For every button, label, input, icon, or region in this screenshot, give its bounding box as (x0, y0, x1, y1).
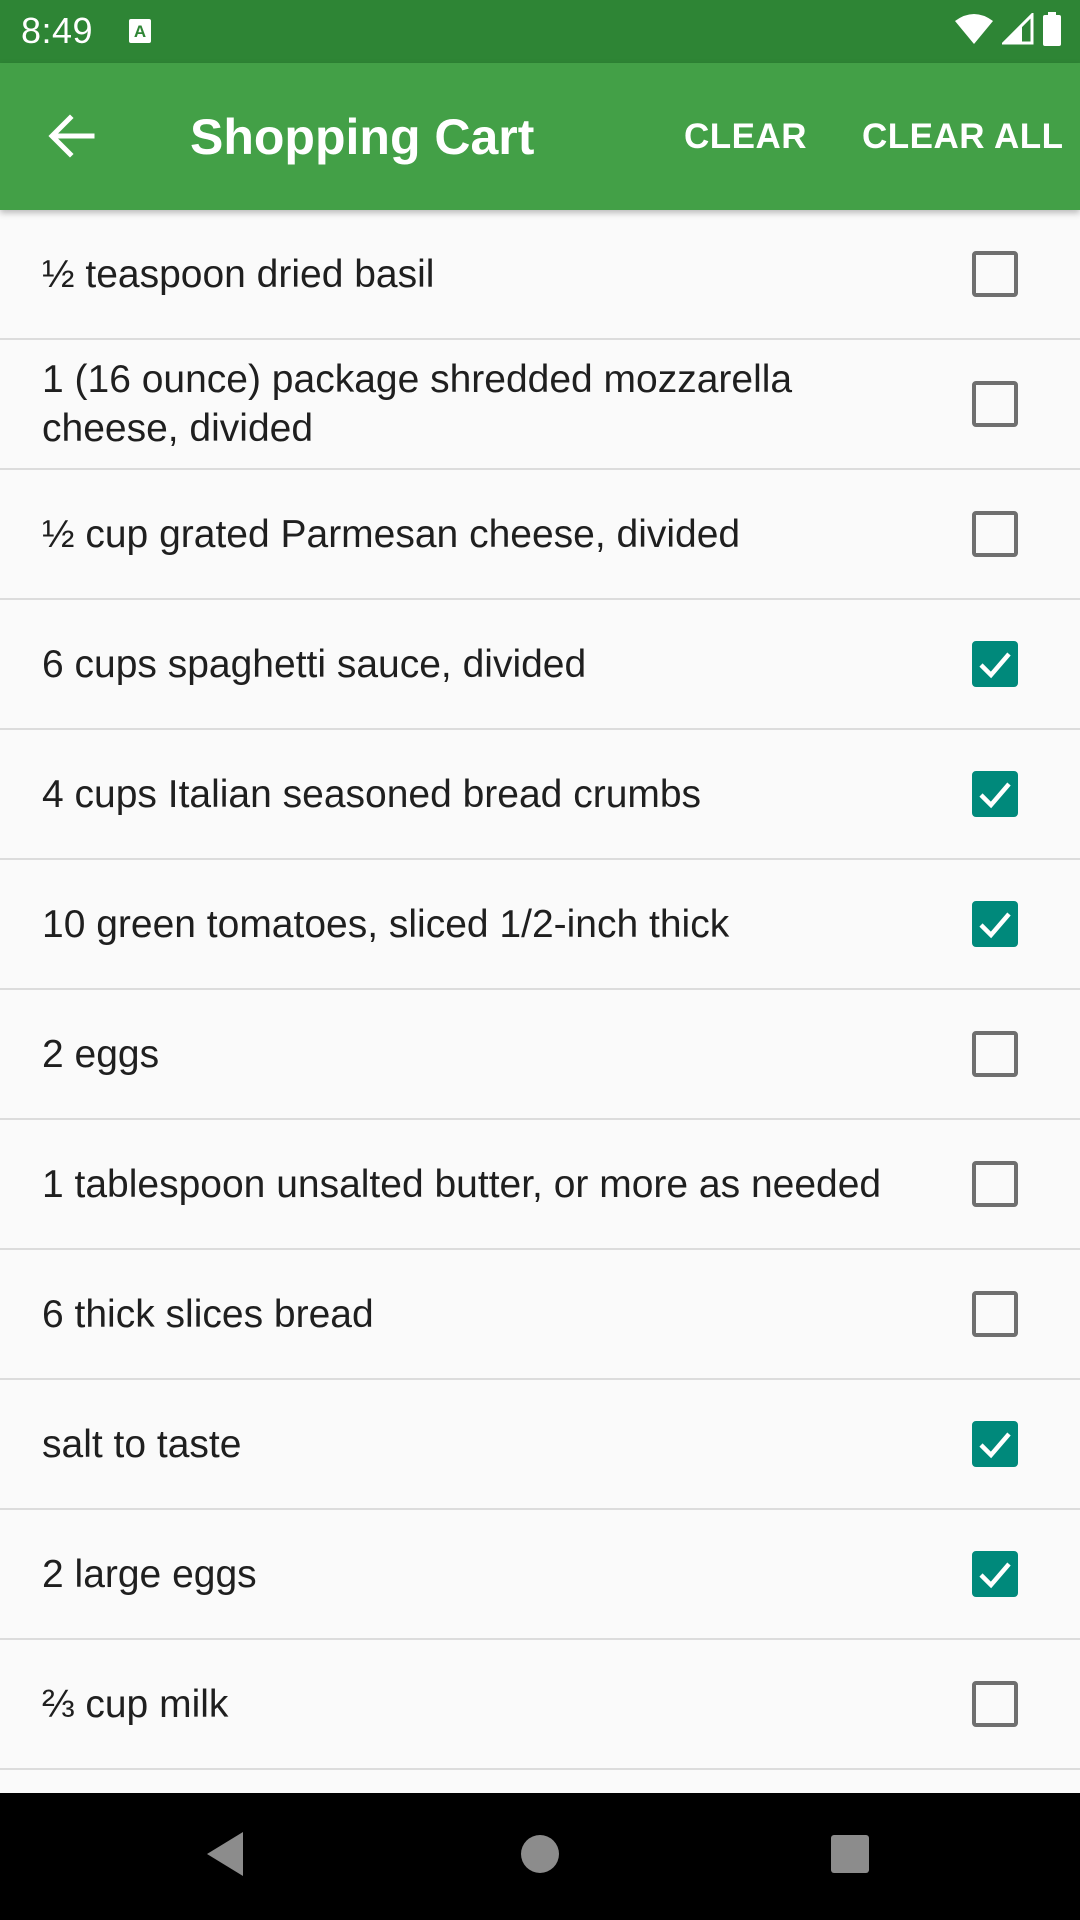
page-title: Shopping Cart (190, 109, 535, 165)
shopping-list: ½ teaspoon dried basil 1 (16 ounce) packa… (0, 210, 1080, 1793)
nav-back-button[interactable] (195, 1826, 255, 1886)
clear-all-button[interactable]: CLEAR ALL (862, 115, 1064, 159)
list-item[interactable]: 6 cups spaghetti sauce, divided (0, 600, 1080, 730)
checkbox-checked[interactable] (972, 901, 1018, 947)
app-bar: Shopping Cart CLEAR CLEAR ALL (0, 63, 1080, 210)
svg-text:A: A (134, 22, 146, 41)
check-icon (979, 912, 1011, 939)
list-item[interactable]: 10 green tomatoes, sliced 1/2-inch thick (0, 860, 1080, 990)
item-label: ½ teaspoon dried basil (42, 252, 435, 296)
checkbox-unchecked[interactable] (972, 381, 1018, 427)
checkbox-checked[interactable] (972, 771, 1018, 817)
item-label: 1 tablespoon unsalted butter, or more as… (42, 1162, 882, 1206)
status-time: 8:49 (21, 10, 94, 51)
nav-recents-icon (829, 1833, 871, 1880)
battery-icon (1042, 11, 1062, 51)
item-label: ⅔ cup milk (42, 1682, 229, 1726)
check-icon (979, 782, 1011, 809)
list-item[interactable]: 6 thick slices bread (0, 1250, 1080, 1380)
wifi-icon (954, 13, 994, 50)
check-icon (979, 1432, 1011, 1459)
checkbox-checked[interactable] (972, 1421, 1018, 1467)
check-icon (979, 652, 1011, 679)
signal-icon (1000, 10, 1034, 50)
back-button[interactable] (30, 105, 114, 171)
item-label: 4 cups Italian seasoned bread crumbs (42, 772, 702, 816)
list-item[interactable]: 4 cups Italian seasoned bread crumbs (0, 730, 1080, 860)
checkbox-unchecked[interactable] (972, 1291, 1018, 1337)
checkbox-unchecked[interactable] (972, 1031, 1018, 1077)
a-badge-icon: A (128, 18, 152, 44)
nav-home-icon (518, 1832, 562, 1881)
check-icon (979, 1562, 1011, 1589)
item-label: 1 (16 ounce) package shredded mozzarella… (42, 358, 793, 450)
checkbox-unchecked[interactable] (972, 511, 1018, 557)
item-label: ½ cup grated Parmesan cheese, divided (42, 512, 741, 556)
item-label: 2 eggs (42, 1032, 160, 1076)
status-bar: 8:49 A (0, 0, 1080, 63)
item-label: 2 large eggs (42, 1552, 257, 1596)
list-item[interactable]: ½ teaspoon dried basil (0, 210, 1080, 340)
list-item[interactable]: ⅔ cup milk (0, 1640, 1080, 1770)
list-item[interactable]: 2 eggs (0, 990, 1080, 1120)
list-item[interactable]: 1 tablespoon unsalted butter, or more as… (0, 1120, 1080, 1250)
nav-back-icon (203, 1830, 247, 1883)
checkbox-unchecked[interactable] (972, 251, 1018, 297)
checkbox-checked[interactable] (972, 641, 1018, 687)
list-item[interactable]: salt to taste (0, 1380, 1080, 1510)
item-label: 10 green tomatoes, sliced 1/2-inch thick (42, 902, 730, 946)
list-item[interactable]: 1 (16 ounce) package shredded mozzarella… (0, 340, 1080, 470)
clear-button[interactable]: CLEAR (684, 115, 807, 159)
nav-home-button[interactable] (510, 1826, 570, 1886)
nav-recents-button[interactable] (820, 1826, 880, 1886)
item-label: 6 thick slices bread (42, 1292, 374, 1336)
checkbox-checked[interactable] (972, 1551, 1018, 1597)
arrow-back-icon (48, 113, 96, 163)
status-icons (954, 10, 1062, 51)
item-label: salt to taste (42, 1422, 242, 1466)
navigation-bar (0, 1793, 1080, 1920)
list-item[interactable]: 2 large eggs (0, 1510, 1080, 1640)
checkbox-unchecked[interactable] (972, 1161, 1018, 1207)
checkbox-unchecked[interactable] (972, 1681, 1018, 1727)
list-item[interactable]: ½ cup grated Parmesan cheese, divided (0, 470, 1080, 600)
item-label: 6 cups spaghetti sauce, divided (42, 642, 587, 686)
